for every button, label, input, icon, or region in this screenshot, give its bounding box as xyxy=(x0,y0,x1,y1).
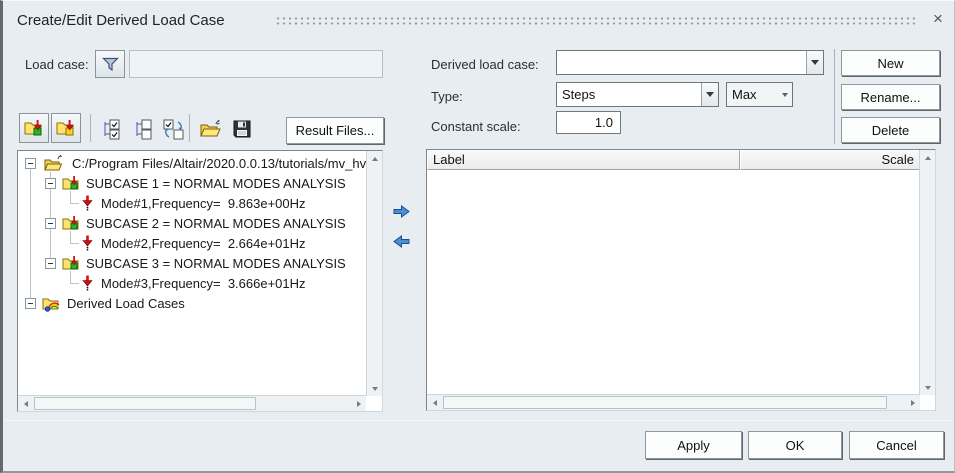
tree-expand-subcase1[interactable] xyxy=(45,178,56,189)
dialog-title: Create/Edit Derived Load Case xyxy=(17,12,225,29)
tree-subcase-label: SUBCASE 3 = NORMAL MODES ANALYSIS xyxy=(86,256,346,271)
derived-load-case-combobox[interactable] xyxy=(556,50,824,75)
table-hscrollbar[interactable] xyxy=(427,394,920,410)
separator xyxy=(189,114,190,142)
folder-red-arrow-yellow-icon xyxy=(56,119,76,138)
scroll-left-icon[interactable] xyxy=(427,395,442,410)
tree-row-mode3[interactable]: Mode#3,Frequency= 3.666e+01Hz xyxy=(81,273,306,293)
scrollbar-thumb[interactable] xyxy=(443,396,887,409)
load-subcases-green-button[interactable] xyxy=(19,113,49,143)
table-body[interactable] xyxy=(427,170,919,394)
column-header-label[interactable]: Label xyxy=(427,150,740,170)
tree-row-mode1[interactable]: Mode#1,Frequency= 9.863e+00Hz xyxy=(81,193,306,213)
tree-row-subcase2[interactable]: SUBCASE 2 = NORMAL MODES ANALYSIS xyxy=(62,213,346,233)
chevron-down-icon[interactable] xyxy=(778,83,792,106)
derived-folder-icon xyxy=(42,295,61,312)
scroll-right-icon[interactable] xyxy=(905,395,920,410)
type-label: Type: xyxy=(431,89,463,104)
add-to-derived-icon[interactable] xyxy=(391,203,412,220)
tree-vscrollbar[interactable] xyxy=(366,151,382,396)
tree-expand-derived[interactable] xyxy=(25,298,36,309)
tree-expand-subcase2[interactable] xyxy=(45,218,56,229)
tree-root-label: C:/Program Files/Altair/2020.0.0.13/tuto… xyxy=(72,156,366,171)
aggregation-value: Max xyxy=(727,87,778,102)
tree-expand-subcase3[interactable] xyxy=(45,258,56,269)
mode-arrow-icon xyxy=(81,275,94,291)
delete-button[interactable]: Delete xyxy=(841,117,940,143)
scroll-up-icon[interactable] xyxy=(367,151,382,166)
result-files-button[interactable]: Result Files... xyxy=(286,117,384,144)
load-case-input[interactable] xyxy=(129,50,383,78)
remove-from-derived-icon[interactable] xyxy=(391,233,412,250)
cancel-button[interactable]: Cancel xyxy=(849,431,944,459)
check-all-icon[interactable] xyxy=(98,116,124,142)
tree-line xyxy=(30,169,31,300)
drag-handle[interactable] xyxy=(275,16,915,25)
tree-mode-label: Mode#1,Frequency= 9.863e+00Hz xyxy=(101,196,306,211)
chevron-down-icon[interactable] xyxy=(701,83,718,106)
separator xyxy=(834,49,835,144)
divider xyxy=(3,420,952,421)
tree-hscrollbar[interactable] xyxy=(18,395,366,411)
scrollbar-thumb[interactable] xyxy=(34,397,256,410)
type-combobox[interactable]: Steps xyxy=(556,82,719,107)
tree-subcase-label: SUBCASE 2 = NORMAL MODES ANALYSIS xyxy=(86,216,346,231)
load-case-tree-panel: C:/Program Files/Altair/2020.0.0.13/tuto… xyxy=(17,150,383,412)
tree-line xyxy=(70,283,79,284)
new-button[interactable]: New xyxy=(841,50,940,76)
uncheck-all-icon[interactable] xyxy=(130,116,156,142)
column-header-scale[interactable]: Scale xyxy=(740,150,920,170)
tree-row-mode2[interactable]: Mode#2,Frequency= 2.664e+01Hz xyxy=(81,233,306,253)
filter-button[interactable] xyxy=(95,50,125,78)
tree-subcase-label: SUBCASE 1 = NORMAL MODES ANALYSIS xyxy=(86,176,346,191)
save-file-icon[interactable] xyxy=(229,116,255,142)
mode-arrow-icon xyxy=(81,195,94,211)
ok-button[interactable]: OK xyxy=(748,431,842,459)
tree-row-derived[interactable]: Derived Load Cases xyxy=(42,293,185,313)
tree-line xyxy=(70,203,79,204)
tree-mode-label: Mode#3,Frequency= 3.666e+01Hz xyxy=(101,276,306,291)
tree-row-subcase3[interactable]: SUBCASE 3 = NORMAL MODES ANALYSIS xyxy=(62,253,346,273)
tree-mode-label: Mode#2,Frequency= 2.664e+01Hz xyxy=(101,236,306,251)
aggregation-combobox[interactable]: Max xyxy=(726,82,793,107)
rename-button[interactable]: Rename... xyxy=(841,84,940,110)
table-vscrollbar[interactable] xyxy=(919,150,935,395)
filter-icon xyxy=(102,57,119,72)
open-file-icon[interactable] xyxy=(197,116,223,142)
load-subcases-yellow-button[interactable] xyxy=(51,113,81,143)
subcase-folder-icon xyxy=(62,255,80,272)
scroll-down-icon[interactable] xyxy=(920,380,935,395)
tree-content: C:/Program Files/Altair/2020.0.0.13/tuto… xyxy=(18,151,366,395)
derived-components-table: Label Scale xyxy=(426,149,936,411)
load-case-label: Load case: xyxy=(25,57,89,72)
scroll-left-icon[interactable] xyxy=(18,396,33,411)
tree-line xyxy=(70,243,79,244)
subcase-folder-icon xyxy=(62,175,80,192)
close-icon[interactable]: × xyxy=(927,8,949,30)
separator xyxy=(90,114,91,142)
scroll-down-icon[interactable] xyxy=(367,381,382,396)
derived-load-case-label: Derived load case: xyxy=(431,57,539,72)
constant-scale-label: Constant scale: xyxy=(431,119,521,134)
tree-row-root[interactable]: C:/Program Files/Altair/2020.0.0.13/tuto… xyxy=(44,153,366,173)
subcase-folder-icon xyxy=(62,215,80,232)
invert-check-icon[interactable] xyxy=(160,116,186,142)
scroll-up-icon[interactable] xyxy=(920,150,935,165)
tree-derived-label: Derived Load Cases xyxy=(67,296,185,311)
folder-red-arrow-green-icon xyxy=(24,119,44,138)
constant-scale-input[interactable] xyxy=(556,111,621,134)
tree-row-subcase1[interactable]: SUBCASE 1 = NORMAL MODES ANALYSIS xyxy=(62,173,346,193)
tree-expand-root[interactable] xyxy=(25,158,36,169)
chevron-down-icon[interactable] xyxy=(806,51,823,74)
result-file-icon xyxy=(44,155,64,172)
mode-arrow-icon xyxy=(81,235,94,251)
scroll-right-icon[interactable] xyxy=(351,396,366,411)
apply-button[interactable]: Apply xyxy=(645,431,742,459)
type-value: Steps xyxy=(557,87,701,102)
create-edit-derived-load-case-dialog: Create/Edit Derived Load Case × Load cas… xyxy=(0,0,955,473)
